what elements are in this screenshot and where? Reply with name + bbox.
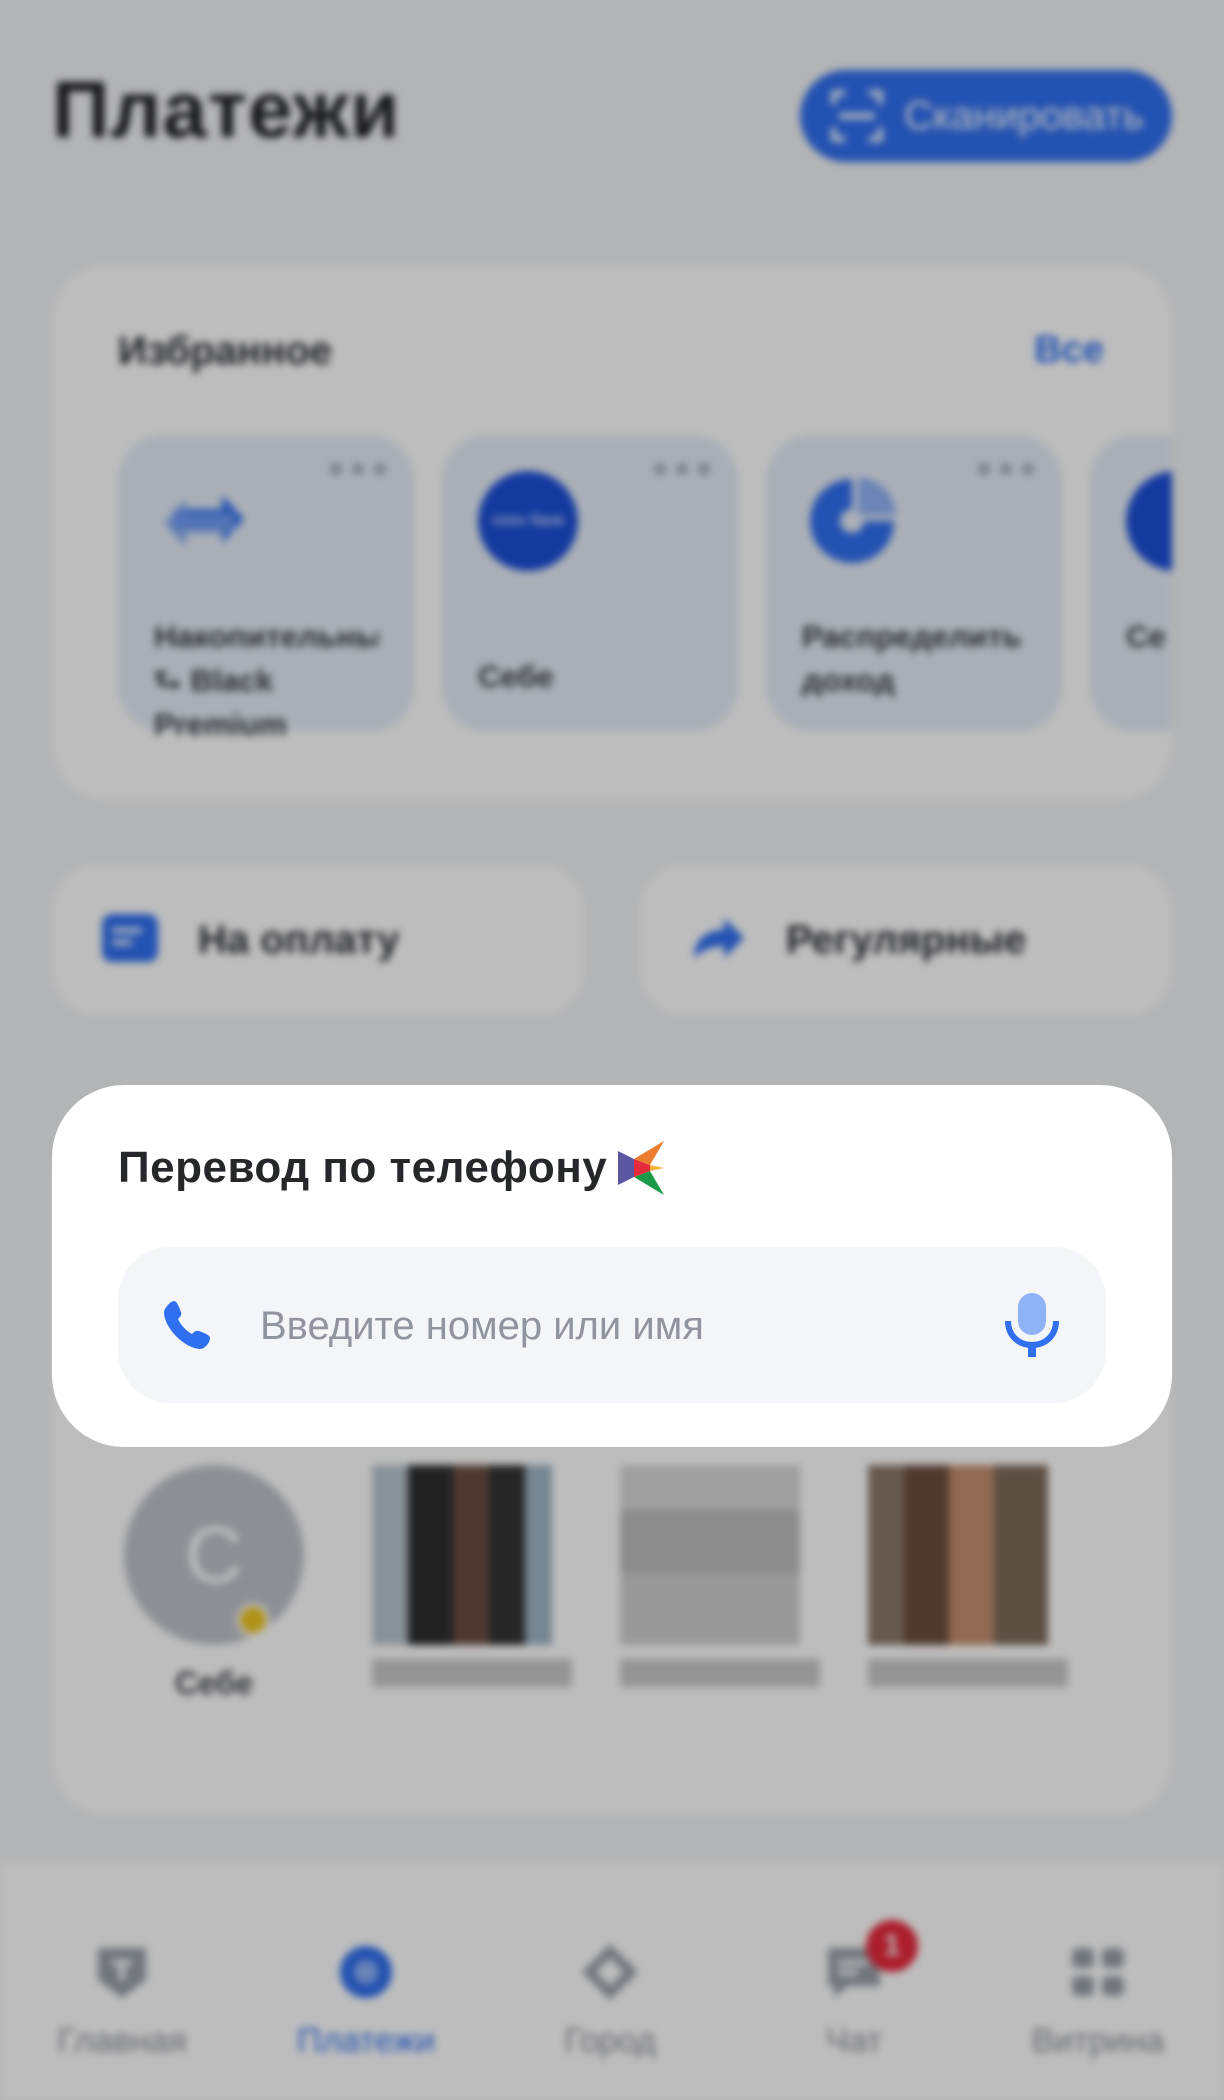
phone-search-field[interactable] [118, 1247, 1106, 1403]
phone-icon [164, 1301, 210, 1349]
phone-transfer-card: Перевод по телефону [52, 1085, 1172, 1447]
dim-overlay[interactable] [0, 0, 1224, 2100]
microphone-icon[interactable] [1002, 1291, 1062, 1359]
phone-search-input[interactable] [258, 1293, 962, 1359]
phone-transfer-title: Перевод по телефону [118, 1143, 608, 1192]
sbp-logo-icon [618, 1141, 664, 1195]
